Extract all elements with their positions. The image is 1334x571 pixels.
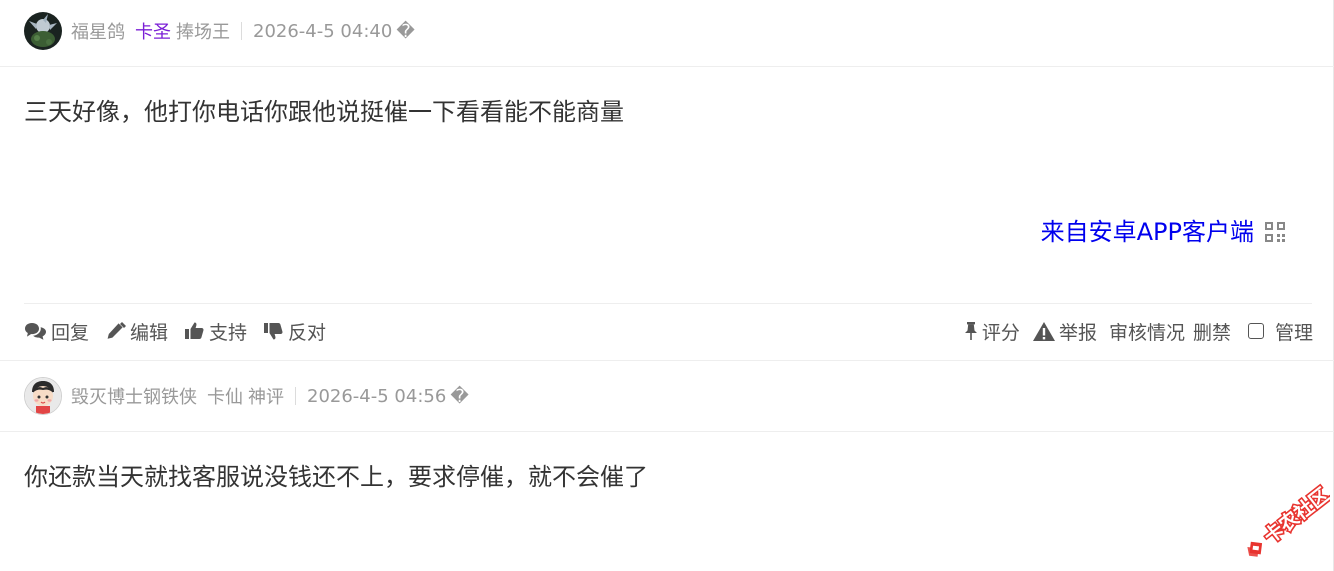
user-title-tag: 卡仙	[207, 387, 243, 408]
divider	[24, 303, 1312, 304]
post-header: 福星鸽 卡圣 捧场王 2026-4-5 04:40 �	[24, 11, 415, 51]
thumbs-up-icon	[185, 322, 204, 339]
rate-button[interactable]: 评分	[963, 318, 1020, 345]
edit-label: 编辑	[130, 321, 169, 344]
ban-button[interactable]: 删禁	[1193, 318, 1231, 345]
rate-label: 评分	[981, 321, 1020, 344]
thumbs-down-icon	[264, 323, 283, 340]
report-button[interactable]: 举报	[1032, 318, 1097, 345]
username[interactable]: 福星鸽	[71, 18, 125, 44]
post-time: 2026-4-5 04:40	[253, 20, 393, 42]
divider	[0, 66, 1334, 67]
support-button[interactable]: 支持	[184, 318, 247, 345]
reply-label: 回复	[51, 321, 90, 344]
user-medal-tag: 神评	[248, 387, 284, 408]
manage-label: 管理	[1274, 321, 1313, 344]
qr-code-icon[interactable]	[1264, 221, 1286, 243]
post-time-mark: �	[396, 20, 415, 42]
post-header: 毁灭博士钢铁侠 卡仙 神评 2026-4-5 04:56 �	[24, 376, 469, 416]
post-time-mark: �	[450, 385, 469, 407]
post-content: 你还款当天就找客服说没钱还不上，要求停催，就不会催了	[24, 463, 648, 491]
ban-label: 删禁	[1192, 321, 1231, 344]
watermark-logo: 卡农社区	[1247, 482, 1330, 557]
user-title-tag: 卡圣	[135, 22, 171, 43]
header-divider	[241, 22, 242, 40]
post-actions-left: 回复 编辑 支持 反对	[24, 316, 342, 346]
manage-checkbox[interactable]: 管理	[1247, 318, 1313, 345]
comments-icon	[25, 323, 46, 340]
oppose-label: 反对	[288, 321, 327, 344]
header-divider	[295, 387, 296, 405]
post-time: 2026-4-5 04:56	[307, 385, 447, 407]
post-actions-right: 评分 举报 审核情况 删禁 管理	[951, 316, 1313, 346]
watermark-text: 卡农社区	[1259, 483, 1330, 548]
avatar[interactable]	[24, 12, 62, 50]
divider	[0, 360, 1334, 361]
warning-icon	[1032, 321, 1055, 341]
edit-button[interactable]: 编辑	[105, 318, 168, 345]
review-status-button[interactable]: 审核情况	[1109, 318, 1185, 345]
oppose-button[interactable]: 反对	[263, 318, 326, 345]
avatar[interactable]	[24, 377, 62, 415]
report-label: 举报	[1058, 321, 1097, 344]
post-content: 三天好像，他打你电话你跟他说挺催一下看看能不能商量	[24, 98, 624, 126]
support-label: 支持	[209, 321, 248, 344]
divider	[0, 431, 1334, 432]
reply-button[interactable]: 回复	[24, 318, 89, 345]
username[interactable]: 毁灭博士钢铁侠	[71, 383, 197, 409]
source-app-link[interactable]: 来自安卓APP客户端	[1041, 216, 1254, 248]
pin-icon	[964, 322, 977, 340]
review-status-label: 审核情况	[1108, 321, 1185, 344]
pencil-icon	[107, 322, 127, 339]
user-medal-tag: 捧场王	[176, 22, 230, 43]
checkbox-icon[interactable]	[1247, 323, 1264, 339]
